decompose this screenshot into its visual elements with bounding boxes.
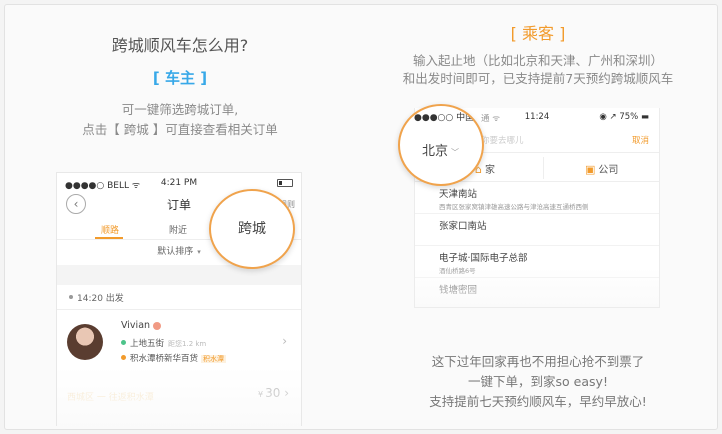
- search-input[interactable]: 你要去哪儿: [481, 134, 524, 146]
- place-address: 酒仙桥路6号: [439, 267, 476, 275]
- dropoff-name: 积水潭桥新华百货: [130, 354, 199, 364]
- promo-footer: 这下过年回家再也不用担心抢不到票了 一键下单，到家so easy! 支持提前七天…: [362, 352, 714, 412]
- next-order-row[interactable]: 西城区 一 往返积水潭 ¥30 ›: [57, 382, 301, 426]
- next-order-route: 西城区 一 往返积水潭: [67, 393, 154, 403]
- driver-description: 可一键筛选跨城订单, 点击【 跨城 】可直接查看相关订单: [0, 100, 360, 140]
- departure-city-callout[interactable]: ●●●○○ 中国 北京 ﹀: [398, 104, 484, 186]
- city-name: 北京: [422, 144, 449, 159]
- place-name: 天津南站: [439, 189, 478, 200]
- section-divider: [57, 265, 301, 285]
- pickup-distance: 距您1.2 km: [168, 340, 207, 348]
- place-name: 电子城·国际电子总部: [439, 253, 528, 264]
- place-address: 西青区张家窝镇津雄高速公路与津沧高速互通桥西侧: [439, 203, 589, 211]
- tab-along-route[interactable]: 顺路: [101, 223, 119, 236]
- gender-badge-icon: [153, 322, 161, 330]
- divider: [543, 157, 544, 179]
- battery-icon: [277, 179, 293, 187]
- tab-nearby[interactable]: 附近: [169, 223, 187, 236]
- caret-down-icon: ▾: [197, 248, 201, 256]
- promo-line: 支持提前七天预约顺风车，早约早放心!: [429, 394, 647, 409]
- passenger-desc-line: 输入起止地（比如北京和天津、广州和深圳）: [412, 53, 663, 68]
- clock-dot-icon: [69, 295, 73, 299]
- promo-line: 一键下单，到家so easy!: [468, 374, 608, 389]
- passenger-role-heading: [ 乘客 ]: [510, 24, 566, 43]
- order-item[interactable]: Vivian 上地五街 距您1.2 km 积水潭桥新华百货 积水潭 ›: [57, 309, 301, 375]
- home-label: 家: [484, 165, 495, 176]
- sort-label: 默认排序: [157, 247, 194, 257]
- guide-title: 跨城顺风车怎么用?: [111, 36, 249, 55]
- cross-city-callout[interactable]: 跨城: [209, 189, 295, 269]
- company-label: 公司: [598, 165, 619, 176]
- briefcase-icon: ▣: [585, 163, 596, 176]
- place-suggestion[interactable]: 天津南站 西青区张家窝镇津雄高速公路与津沧高速互通桥西侧: [415, 182, 659, 214]
- chevron-right-icon: ›: [282, 334, 287, 348]
- cancel-button[interactable]: 取消: [632, 134, 649, 146]
- pickup-name: 上地五街: [130, 339, 165, 349]
- avatar: [67, 324, 103, 360]
- place-suggestion[interactable]: 钱塘密园: [415, 278, 659, 307]
- order-price: ¥30 ›: [258, 386, 289, 400]
- chevron-right-icon: ›: [284, 386, 289, 400]
- chevron-down-icon: ﹀: [451, 148, 460, 157]
- promo-line: 这下过年回家再也不用担心抢不到票了: [431, 354, 645, 369]
- start-dot-icon: [121, 340, 126, 345]
- dropoff-location: 积水潭桥新华百货 积水潭: [121, 352, 227, 364]
- passenger-desc-line: 和出发时间即可，已支持提前7天预约跨城顺风车: [402, 71, 674, 86]
- company-shortcut[interactable]: ▣ 公司: [585, 161, 618, 176]
- status-battery: ◉ ↗ 75% ▬: [599, 112, 649, 122]
- cross-city-tab-label: 跨城: [238, 221, 266, 237]
- end-dot-icon: [121, 355, 126, 360]
- passenger-description: 输入起止地（比如北京和天津、广州和深圳） 和出发时间即可，已支持提前7天预约跨城…: [362, 52, 714, 88]
- carrier-signal: ●●●○○ 中国: [414, 113, 475, 123]
- departure-time: 14:20 出发: [77, 294, 124, 304]
- departure-time-header: 14:20 出发: [57, 285, 301, 309]
- place-name: 钱塘密园: [439, 285, 478, 296]
- status-time: 4:21 PM: [160, 178, 198, 188]
- driver-role-heading: [ 车主 ]: [152, 69, 208, 87]
- city-selector[interactable]: 北京 ﹀: [422, 140, 459, 159]
- place-name: 张家口南站: [439, 221, 487, 232]
- driver-desc-line: 可一键筛选跨城订单,: [121, 102, 239, 117]
- passenger-name: Vivian: [121, 320, 151, 331]
- place-suggestion[interactable]: 张家口南站: [415, 214, 659, 246]
- place-suggestion[interactable]: 电子城·国际电子总部 酒仙桥路6号: [415, 246, 659, 278]
- dropoff-tag: 积水潭: [201, 355, 227, 363]
- currency-symbol: ¥: [257, 390, 264, 399]
- pickup-location: 上地五街 距您1.2 km: [121, 337, 206, 349]
- price-value: 30: [265, 386, 281, 400]
- driver-desc-line: 点击【 跨城 】可直接查看相关订单: [82, 122, 278, 137]
